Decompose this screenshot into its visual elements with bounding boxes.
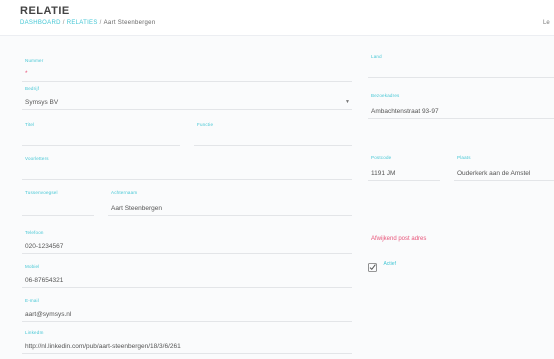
breadcrumb-dashboard[interactable]: DASHBOARD bbox=[20, 20, 61, 26]
page-title: RELATIE bbox=[20, 5, 70, 17]
postcode-label: Postcode bbox=[371, 155, 392, 160]
chevron-down-icon: ▼ bbox=[345, 99, 350, 105]
breadcrumb-current: Aart Steenbergen bbox=[103, 20, 156, 26]
telefoon-label: Telefoon bbox=[25, 230, 44, 235]
plaats-value: Ouderkerk aan de Amstel bbox=[457, 170, 531, 177]
bedrijf-label: Bedrijf bbox=[25, 86, 40, 91]
nummer-label: Nummer bbox=[25, 58, 44, 63]
functie-field[interactable]: Functie bbox=[194, 122, 352, 146]
linkedin-label: LinkedIn bbox=[25, 330, 44, 335]
land-label: Land bbox=[371, 54, 382, 59]
relation-form: Nummer * Bedrijf Symsys BV ▼ Titel Funct… bbox=[0, 36, 554, 359]
page-header: RELATIE DASHBOARD / RELATIES / Aart Steenber… bbox=[0, 0, 554, 36]
plaats-label: Plaats bbox=[457, 155, 471, 160]
achternaam-value: Aart Steenbergen bbox=[111, 205, 162, 212]
achternaam-field[interactable]: Achternaam Aart Steenbergen bbox=[108, 190, 352, 216]
telefoon-field[interactable]: Telefoon 020-1234567 bbox=[22, 230, 352, 254]
header-right-text[interactable]: Le bbox=[543, 20, 550, 26]
linkedin-field[interactable]: LinkedIn http://nl.linkedin.com/pub/aart… bbox=[22, 330, 352, 354]
bezoekadres-field[interactable]: Bezoekadres Ambachtenstraat 93-97 bbox=[368, 93, 554, 119]
plaats-field[interactable]: Plaats Ouderkerk aan de Amstel bbox=[454, 155, 554, 181]
land-field[interactable]: Land bbox=[368, 54, 554, 78]
nummer-value: * bbox=[25, 70, 28, 77]
voorletters-field[interactable]: Voorletters bbox=[22, 156, 352, 180]
postcode-value: 1191 JM bbox=[371, 170, 396, 177]
titel-field[interactable]: Titel bbox=[22, 122, 180, 146]
email-value: aart@symsys.nl bbox=[25, 311, 72, 318]
mobiel-value: 06-87654321 bbox=[25, 277, 64, 284]
tussenvoegsel-field[interactable]: Tussenvoegsel bbox=[22, 190, 94, 216]
checkbox-checked-icon[interactable] bbox=[368, 259, 377, 273]
breadcrumb-relaties[interactable]: RELATIES bbox=[67, 20, 98, 26]
mobiel-field[interactable]: Mobiel 06-87654321 bbox=[22, 264, 352, 288]
titel-label: Titel bbox=[25, 122, 35, 127]
postcode-field[interactable]: Postcode 1191 JM bbox=[368, 155, 440, 181]
actief-label: Actief bbox=[383, 260, 396, 267]
nummer-field[interactable]: Nummer * bbox=[22, 58, 352, 82]
functie-label: Functie bbox=[197, 122, 214, 127]
tussenvoegsel-label: Tussenvoegsel bbox=[25, 190, 58, 195]
bezoekadres-value: Ambachtenstraat 93-97 bbox=[371, 108, 439, 115]
bedrijf-select[interactable]: Bedrijf Symsys BV ▼ bbox=[22, 86, 352, 110]
achternaam-label: Achternaam bbox=[111, 190, 138, 195]
linkedin-value: http://nl.linkedin.com/pub/aart-steenber… bbox=[25, 343, 181, 350]
telefoon-value: 020-1234567 bbox=[25, 243, 64, 250]
mobiel-label: Mobiel bbox=[25, 264, 40, 269]
actief-checkbox[interactable]: Actief bbox=[368, 255, 396, 273]
bedrijf-value: Symsys BV bbox=[25, 99, 59, 106]
breadcrumb: DASHBOARD / RELATIES / Aart Steenbergen bbox=[20, 20, 155, 26]
bezoekadres-label: Bezoekadres bbox=[371, 93, 400, 98]
email-label: E-mail bbox=[25, 298, 39, 303]
afwijkend-post-adres-link[interactable]: Afwijkend post adres bbox=[371, 236, 426, 242]
email-field[interactable]: E-mail aart@symsys.nl bbox=[22, 298, 352, 322]
voorletters-label: Voorletters bbox=[25, 156, 49, 161]
